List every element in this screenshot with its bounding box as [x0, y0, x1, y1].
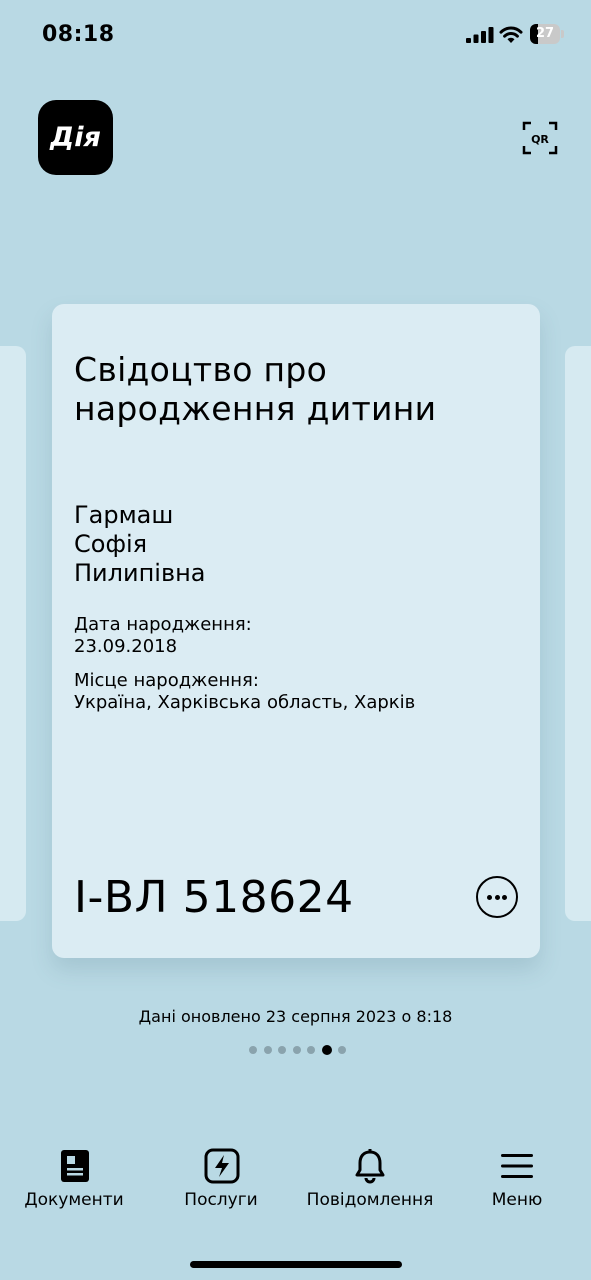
battery-icon: 27: [530, 24, 560, 44]
birth-place-value: Україна, Харківська область, Харків: [74, 692, 416, 713]
previous-document-card[interactable]: [0, 346, 26, 921]
home-indicator[interactable]: [190, 1261, 402, 1268]
nav-documents[interactable]: Документи: [0, 1130, 150, 1220]
pager-dot[interactable]: [307, 1046, 315, 1054]
nav-menu[interactable]: Меню: [442, 1130, 591, 1220]
nav-services[interactable]: Послуги: [146, 1130, 296, 1220]
child-surname: Гармаш: [74, 501, 174, 529]
bottom-navigation: Документи Послуги Повідомлення Меню: [0, 1130, 591, 1230]
nav-documents-label: Документи: [24, 1190, 124, 1210]
bell-icon: [355, 1149, 385, 1184]
nav-menu-label: Меню: [491, 1190, 543, 1210]
child-first-name: Софія: [74, 530, 148, 558]
child-patronymic: Пилипівна: [74, 559, 206, 587]
battery-tip: [561, 30, 564, 38]
more-options-button[interactable]: [476, 876, 518, 918]
pager-dot[interactable]: [278, 1046, 286, 1054]
pager-dot-active[interactable]: [321, 1045, 332, 1055]
data-updated-text: Дані оновлено 23 серпня 2023 о 8:18: [138, 1007, 453, 1026]
qr-label: QR: [531, 133, 549, 146]
pager-dot[interactable]: [263, 1046, 272, 1054]
child-full-name: Гармаш Софія Пилипівна: [74, 501, 514, 588]
documents-icon: [61, 1150, 89, 1182]
document-number: І-ВЛ 518624: [74, 872, 354, 923]
nav-services-label: Послуги: [184, 1190, 258, 1210]
nav-notifications[interactable]: Повідомлення: [295, 1130, 445, 1220]
more-dot-icon: [487, 895, 492, 900]
pager-dot[interactable]: [292, 1046, 301, 1054]
lightning-icon: [204, 1148, 240, 1184]
pager-dot[interactable]: [249, 1046, 257, 1054]
wifi-icon: [499, 26, 523, 43]
birth-place-label: Місце народження:: [74, 670, 259, 691]
diia-logo: Дія: [38, 100, 113, 175]
nav-notifications-label: Повідомлення: [306, 1190, 434, 1210]
status-bar: 08:18 27: [0, 0, 591, 70]
qr-scan-button[interactable]: QR: [522, 120, 558, 156]
birth-date-value: 23.09.2018: [74, 636, 178, 657]
birth-certificate-card[interactable]: Свідоцтво про народження дитини Гармаш С…: [52, 304, 540, 958]
cellular-signal-icon: [466, 27, 494, 43]
menu-icon: [501, 1154, 533, 1178]
status-time: 08:18: [42, 22, 115, 47]
next-document-card[interactable]: [565, 346, 591, 921]
birth-date-label: Дата народження:: [74, 614, 252, 635]
more-dot-icon: [494, 895, 500, 900]
pager-dot[interactable]: [338, 1046, 346, 1054]
battery-percent: 27: [535, 26, 555, 41]
more-dot-icon: [502, 895, 507, 900]
document-title: Свідоцтво про народження дитини: [74, 350, 437, 428]
